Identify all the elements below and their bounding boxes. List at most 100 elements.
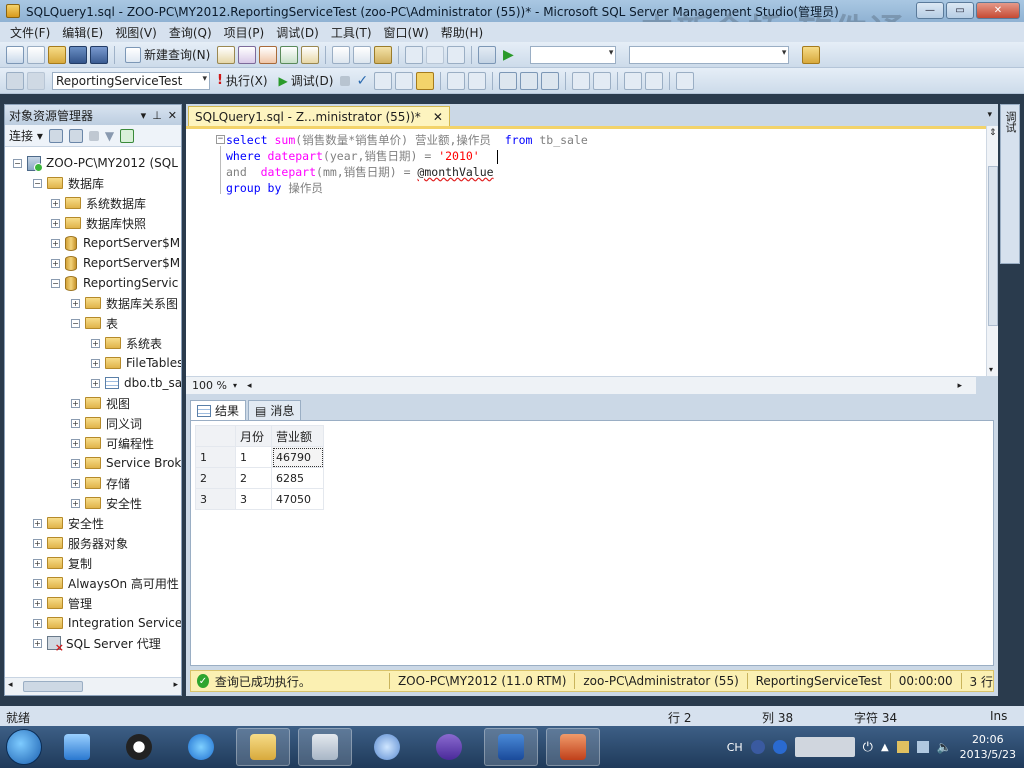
filter-icon[interactable]: ▼ <box>105 129 114 143</box>
column-header-month[interactable]: 月份 <box>235 425 272 447</box>
expand-icon[interactable]: + <box>91 378 100 388</box>
refresh-icon[interactable] <box>120 128 135 143</box>
split-icon[interactable]: ⇕ <box>989 128 997 138</box>
copy-icon[interactable] <box>353 45 372 64</box>
expand-icon[interactable]: + <box>71 458 80 468</box>
expand-icon[interactable]: + <box>91 358 100 368</box>
expand-icon[interactable]: + <box>51 198 60 208</box>
cancel-query-icon[interactable] <box>340 75 351 86</box>
connect-icon[interactable] <box>6 71 24 90</box>
cell-revenue[interactable]: 6285 <box>271 467 324 489</box>
expand-icon[interactable]: + <box>71 398 80 408</box>
execute-button[interactable]: ! 执行(X) <box>213 71 272 91</box>
debug-button[interactable]: ▶ 调试(D) <box>275 71 338 91</box>
save-all-icon[interactable] <box>90 45 108 64</box>
tree-node-management[interactable]: + 管理 <box>33 593 92 613</box>
start-icon[interactable]: ▶ <box>499 46 517 64</box>
taskbar-app-vs[interactable] <box>422 728 476 766</box>
menu-view[interactable]: 视图(V) <box>109 24 163 41</box>
tree-node-service-broker[interactable]: + Service Brok <box>71 453 181 473</box>
menu-project[interactable]: 项目(P) <box>218 24 271 41</box>
volume-icon[interactable]: 🔈 <box>937 740 952 754</box>
scroll-right-icon[interactable]: ▸ <box>957 381 962 391</box>
collapse-icon[interactable]: − <box>71 318 80 328</box>
taskbar-app-qq[interactable] <box>112 728 166 766</box>
fold-collapse-icon[interactable]: − <box>216 135 225 144</box>
dropdown-icon[interactable]: ▾ <box>141 109 147 122</box>
close-panel-icon[interactable]: ✕ <box>168 109 177 122</box>
results-to-file-icon[interactable] <box>541 71 560 90</box>
cell-month[interactable]: 2 <box>235 467 272 489</box>
tab-dropdown-icon[interactable]: ▾ <box>987 110 992 120</box>
taskbar-app-explorer[interactable] <box>236 728 290 766</box>
clock[interactable]: 20:06 2013/5/23 <box>960 732 1016 762</box>
show-hidden-icons[interactable]: ▲ <box>881 742 889 753</box>
taskbar-app-word[interactable] <box>484 728 538 766</box>
menu-query[interactable]: 查询(Q) <box>163 24 218 41</box>
redo-icon[interactable] <box>426 45 445 64</box>
uncomment-icon[interactable] <box>593 71 612 90</box>
specify-template-values-icon[interactable] <box>676 71 695 90</box>
scroll-thumb[interactable] <box>23 681 83 692</box>
intellisense-icon[interactable] <box>447 71 466 90</box>
parse-icon[interactable]: ✓ <box>353 72 371 90</box>
expand-icon[interactable]: + <box>51 218 60 228</box>
taskbar-app-maxthon[interactable] <box>50 728 104 766</box>
add-item-icon[interactable] <box>27 45 45 64</box>
results-grid-icon[interactable] <box>520 71 539 90</box>
results-to-grid-icon[interactable] <box>416 71 435 90</box>
activity-monitor-icon[interactable] <box>478 45 497 64</box>
include-plan-icon[interactable] <box>468 71 487 90</box>
tree-node-replication[interactable]: + 复制 <box>33 553 92 573</box>
tree-node-system-databases[interactable]: + 系统数据库 <box>51 193 146 213</box>
menu-edit[interactable]: 编辑(E) <box>56 24 109 41</box>
tree-node-db-diagrams[interactable]: + 数据库关系图 <box>71 293 178 313</box>
mdx-query-icon[interactable] <box>238 45 257 64</box>
expand-icon[interactable]: + <box>33 578 42 588</box>
tree-node-integration-services[interactable]: + Integration Services <box>33 613 181 633</box>
pin-icon[interactable]: ⊥ <box>152 109 162 122</box>
collapse-icon[interactable]: − <box>51 278 60 288</box>
menu-file[interactable]: 文件(F) <box>4 24 56 41</box>
expand-icon[interactable]: + <box>33 638 42 648</box>
new-project-icon[interactable] <box>6 45 24 64</box>
expand-icon[interactable]: + <box>71 498 80 508</box>
connect-engine-icon[interactable] <box>48 128 63 143</box>
tree-node-synonyms[interactable]: + 同义词 <box>71 413 142 433</box>
close-button[interactable]: ✕ <box>976 2 1020 19</box>
scroll-thumb[interactable] <box>988 166 998 326</box>
cell-revenue[interactable]: 46790 <box>271 446 324 468</box>
tree-node-databases[interactable]: − 数据库 <box>33 173 104 193</box>
collapse-icon[interactable]: − <box>33 178 42 188</box>
ime-icon[interactable] <box>750 740 765 754</box>
decrease-indent-icon[interactable] <box>624 71 643 90</box>
query-designer-icon[interactable] <box>374 71 393 90</box>
tree-node-server[interactable]: − ZOO-PC\MY2012 (SQL <box>13 153 178 173</box>
tab-results[interactable]: 结果 <box>190 400 247 420</box>
tree-node-db-security[interactable]: + 安全性 <box>71 493 142 513</box>
menu-window[interactable]: 窗口(W) <box>378 24 435 41</box>
taskbar-app-people[interactable] <box>360 728 414 766</box>
debug-side-tab[interactable]: 调试 <box>1000 104 1020 264</box>
expand-icon[interactable]: + <box>33 598 42 608</box>
input-language[interactable]: CH <box>727 741 743 754</box>
scroll-right-icon[interactable]: ▸ <box>173 680 178 690</box>
tab-messages[interactable]: ▤ 消息 <box>248 400 302 420</box>
expand-icon[interactable]: + <box>71 478 80 488</box>
expand-icon[interactable]: + <box>91 338 100 348</box>
row-number[interactable]: 2 <box>195 467 236 489</box>
taskbar-app-ssms[interactable] <box>298 728 352 766</box>
open-file-icon[interactable] <box>48 45 66 64</box>
dmx-query-icon[interactable] <box>259 45 278 64</box>
network-icon[interactable] <box>916 741 929 753</box>
expand-icon[interactable]: + <box>51 238 60 248</box>
tree-node-alwayson[interactable]: + AlwaysOn 高可用性 <box>33 573 179 593</box>
editor-vertical-scrollbar[interactable]: ⇕ ▾ <box>986 126 998 376</box>
power-plug-icon[interactable]: ⏻ <box>863 740 873 755</box>
help-icon[interactable] <box>772 740 787 754</box>
cell-month[interactable]: 1 <box>235 446 272 468</box>
zoom-dropdown-icon[interactable]: ▾ <box>233 381 237 390</box>
tree-node-tb-sale[interactable]: + dbo.tb_sa <box>91 373 181 393</box>
tree-node-sql-agent[interactable]: + SQL Server 代理 <box>33 633 161 654</box>
tree-node-reportingservicetest[interactable]: − ReportingServic <box>51 273 178 293</box>
